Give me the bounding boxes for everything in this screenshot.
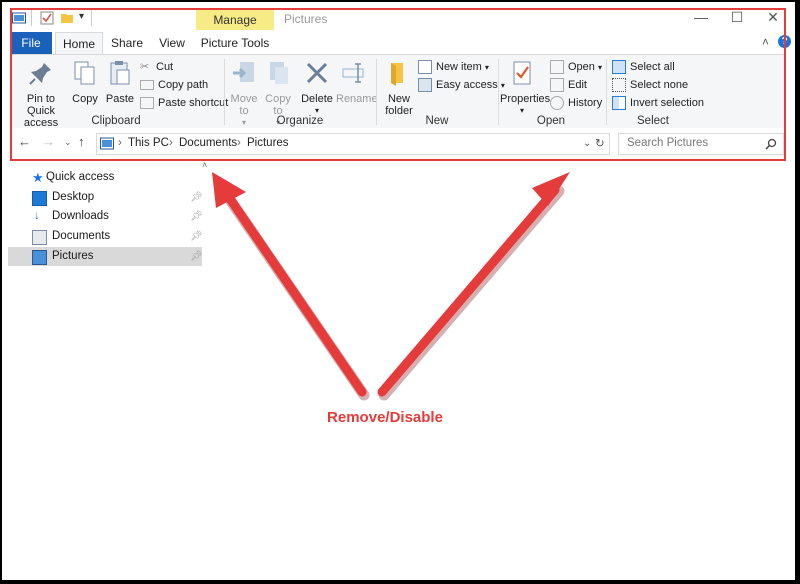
annotation-arrow-left	[219, 185, 367, 397]
annotation-arrowhead-right	[532, 172, 570, 206]
annotation-arrow-right	[377, 185, 560, 397]
annotation-label: Remove/Disable	[327, 409, 443, 426]
file-explorer-window: ▾ Manage Pictures — ☐ ✕ File Home Share …	[2, 2, 795, 580]
annotation-arrows	[212, 172, 570, 401]
screenshot-frame: ▾ Manage Pictures — ☐ ✕ File Home Share …	[0, 0, 800, 584]
